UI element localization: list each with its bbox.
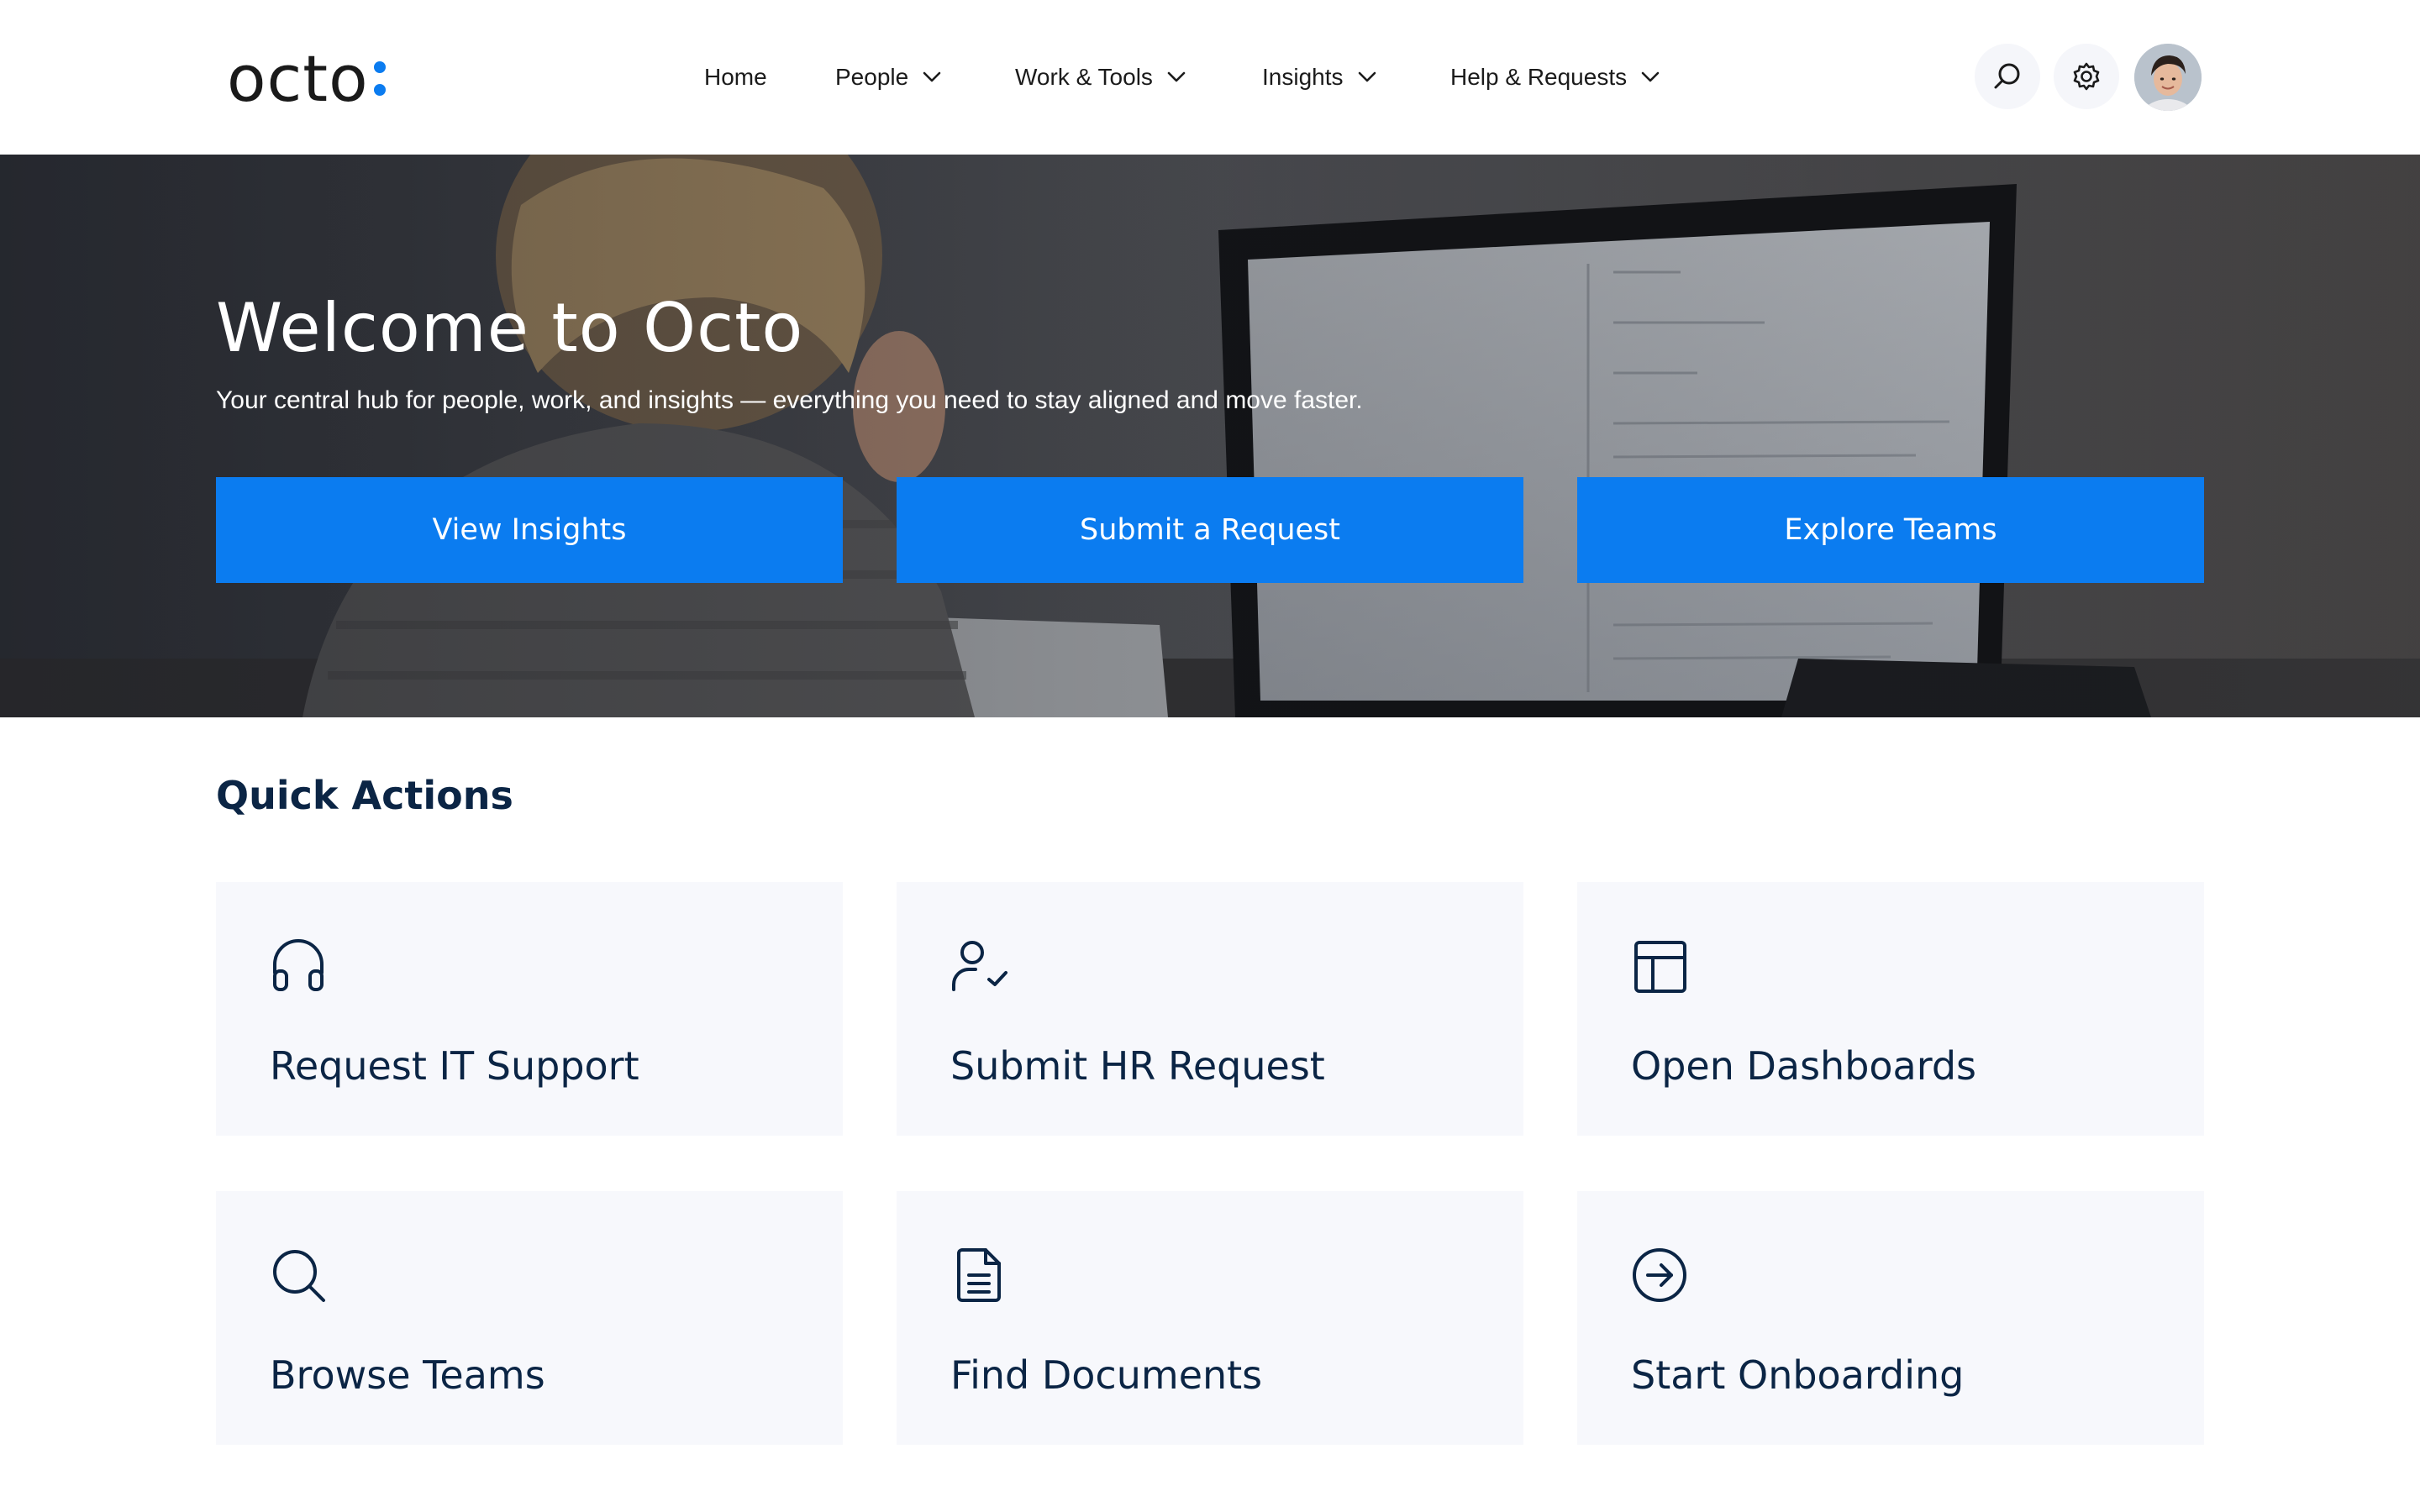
quick-action-open-dashboards[interactable]: Open Dashboards [1577,882,2204,1136]
card-label: Start Onboarding [1631,1352,1965,1398]
search-button[interactable] [1975,44,2040,109]
quick-action-browse-teams[interactable]: Browse Teams [216,1191,843,1445]
chevron-down-icon [923,71,941,82]
settings-button[interactable] [2054,44,2119,109]
quick-action-start-onboarding[interactable]: Start Onboarding [1577,1191,2204,1445]
card-label: Request IT Support [270,1043,639,1089]
user-avatar[interactable] [2134,44,2202,111]
document-icon [957,1248,1001,1302]
quick-action-find-documents[interactable]: Find Documents [897,1191,1523,1445]
nav-item-people[interactable]: People [835,50,942,104]
nav-item-label: Insights [1262,64,1344,90]
hero-dark-overlay [0,155,2420,717]
quick-action-request-it-support[interactable]: Request IT Support [216,882,843,1136]
gear-icon [2073,62,2100,91]
card-label: Submit HR Request [950,1043,1325,1089]
search-icon [1994,63,2020,89]
nav-item-label: Work & Tools [1015,64,1153,90]
user-check-icon [952,941,1007,991]
chevron-down-icon [1167,71,1186,82]
quick-actions-title: Quick Actions [216,773,513,818]
quick-action-submit-hr-request[interactable]: Submit HR Request [897,882,1523,1136]
hero-title: Welcome to Octo [216,289,804,367]
layout-icon [1634,941,1686,993]
nav-item-home[interactable]: Home [704,50,767,104]
headphones-icon [273,939,324,991]
chevron-down-icon [1641,71,1660,82]
card-label: Browse Teams [270,1352,545,1398]
avatar-photo [2134,44,2202,111]
nav-item-label: People [835,64,909,90]
view-insights-button[interactable]: View Insights [216,477,843,583]
card-label: Find Documents [950,1352,1263,1398]
nav-item-insights[interactable]: Insights [1262,50,1377,104]
chevron-down-icon [1358,71,1376,82]
hero-banner: Welcome to Octo Your central hub for peo… [0,155,2420,717]
card-label: Open Dashboards [1631,1043,1977,1089]
nav-item-help-requests[interactable]: Help & Requests [1450,50,1660,104]
search-icon [273,1250,325,1302]
arrow-circle-right-icon [1633,1248,1686,1302]
explore-teams-button[interactable]: Explore Teams [1577,477,2204,583]
top-navigation-bar: octo Home People Work & Tools Insights H… [0,0,2420,155]
nav-item-label: Help & Requests [1450,64,1628,90]
submit-request-button[interactable]: Submit a Request [897,477,1523,583]
hero-subtitle: Your central hub for people, work, and i… [216,386,1363,414]
nav-item-label: Home [704,64,767,90]
nav-item-work-tools[interactable]: Work & Tools [1015,50,1186,104]
